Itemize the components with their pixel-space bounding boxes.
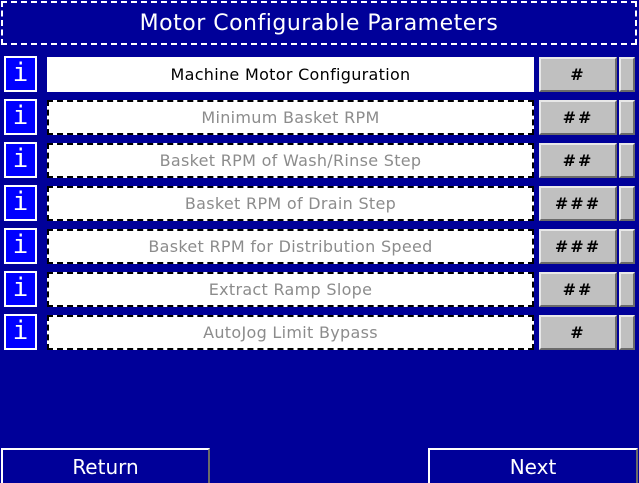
parameter-label[interactable]: Basket RPM of Drain Step <box>47 186 534 221</box>
return-button[interactable]: Return <box>1 448 210 483</box>
parameter-label[interactable]: Basket RPM of Wash/Rinse Step <box>47 143 534 178</box>
parameter-row: i Extract Ramp Slope ## <box>0 267 639 309</box>
parameter-row: i Minimum Basket RPM ## <box>0 95 639 137</box>
parameter-value[interactable]: # <box>539 57 617 92</box>
page-title-text: Motor Configurable Parameters <box>139 10 499 36</box>
return-button-label: Return <box>72 454 139 479</box>
value-edit-tab[interactable] <box>619 315 635 350</box>
info-button[interactable]: i <box>4 99 37 135</box>
parameter-row: i Machine Motor Configuration # <box>0 52 639 94</box>
parameter-value[interactable]: ## <box>539 272 617 307</box>
parameter-label[interactable]: Extract Ramp Slope <box>47 272 534 307</box>
info-button[interactable]: i <box>4 271 37 307</box>
next-button[interactable]: Next <box>428 448 638 483</box>
parameter-label[interactable]: Basket RPM for Distribution Speed <box>47 229 534 264</box>
parameter-row: i Basket RPM of Wash/Rinse Step ## <box>0 138 639 180</box>
parameter-value[interactable]: ## <box>539 143 617 178</box>
parameter-label[interactable]: Minimum Basket RPM <box>47 100 534 135</box>
page-title: Motor Configurable Parameters <box>1 1 637 45</box>
info-button[interactable]: i <box>4 185 37 221</box>
parameter-row: i AutoJog Limit Bypass # <box>0 310 639 352</box>
value-edit-tab[interactable] <box>619 186 635 221</box>
info-button[interactable]: i <box>4 228 37 264</box>
parameter-row: i Basket RPM of Drain Step ### <box>0 181 639 223</box>
parameter-value[interactable]: ### <box>539 186 617 221</box>
info-button[interactable]: i <box>4 56 37 92</box>
parameter-label[interactable]: Machine Motor Configuration <box>47 57 534 92</box>
value-edit-tab[interactable] <box>619 229 635 264</box>
value-edit-tab[interactable] <box>619 143 635 178</box>
info-button[interactable]: i <box>4 314 37 350</box>
parameter-row: i Basket RPM for Distribution Speed ### <box>0 224 639 266</box>
value-edit-tab[interactable] <box>619 100 635 135</box>
parameter-value[interactable]: # <box>539 315 617 350</box>
parameter-value[interactable]: ## <box>539 100 617 135</box>
next-button-label: Next <box>509 454 557 479</box>
parameter-label[interactable]: AutoJog Limit Bypass <box>47 315 534 350</box>
parameter-value[interactable]: ### <box>539 229 617 264</box>
info-button[interactable]: i <box>4 142 37 178</box>
value-edit-tab[interactable] <box>619 272 635 307</box>
value-edit-tab[interactable] <box>619 57 635 92</box>
